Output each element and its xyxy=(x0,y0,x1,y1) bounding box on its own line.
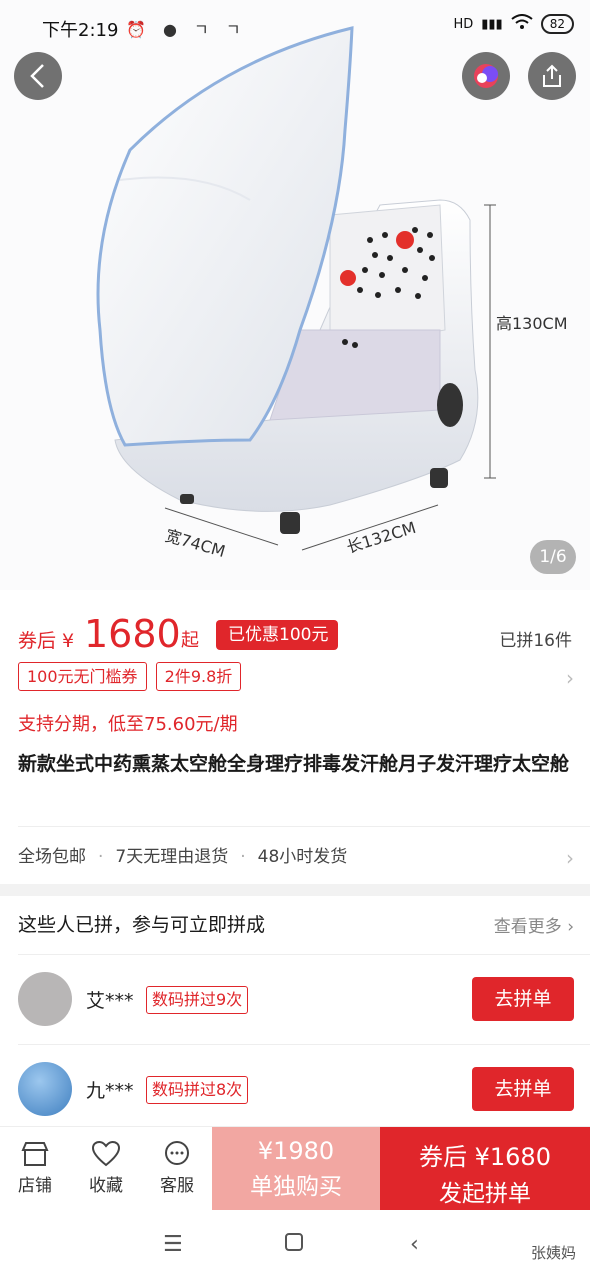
divider xyxy=(18,826,590,827)
price-row: 券后 ¥ 1680 起 已优惠100元 已拼16件 xyxy=(18,606,574,656)
coupon-row[interactable]: 100元无门槛券 2件9.8折 › xyxy=(18,662,574,692)
back-nav-icon[interactable]: ‹ xyxy=(410,1232,419,1257)
buyer-history-badge: 数码拼过9次 xyxy=(146,986,249,1014)
battery-indicator: 82 xyxy=(540,14,574,34)
product-title: 新款坐式中药熏蒸太空舱全身理疗排毒发汗舱月子发汗理疗太空舱 xyxy=(18,753,570,775)
coupon-badge: 2件9.8折 xyxy=(155,662,242,691)
chevron-right-icon: › xyxy=(566,846,574,870)
solo-price: ¥1980 xyxy=(257,1137,335,1165)
joined-count: 已拼16件 xyxy=(499,631,572,651)
group-price: 券后 ¥1680 xyxy=(419,1143,551,1171)
price-prefix: 券后 ¥ xyxy=(18,630,75,652)
notification-icons: ⏰ ● ㄱ ㄱ xyxy=(126,20,247,39)
coupon-badge: 100元无门槛券 xyxy=(18,662,147,691)
avatar xyxy=(18,972,72,1026)
separator-dot: · xyxy=(98,847,104,867)
chevron-left-icon xyxy=(30,64,44,88)
home-icon[interactable] xyxy=(284,1232,304,1258)
buyer-name: 艾*** xyxy=(86,990,134,1012)
buy-alone-button[interactable]: ¥1980 单独购买 xyxy=(212,1127,380,1211)
price-suffix: 起 xyxy=(181,630,199,651)
discount-badge: 已优惠100元 xyxy=(216,620,339,650)
wifi-icon xyxy=(511,14,533,34)
signal-icon: ▮▮▮ xyxy=(481,16,503,32)
divider xyxy=(18,954,590,955)
height-dimension-label: 高130CM xyxy=(496,314,568,333)
network-label: HD xyxy=(453,16,474,32)
share-button[interactable] xyxy=(528,52,576,100)
share-icon xyxy=(543,64,561,87)
tab-label: 店铺 xyxy=(18,1176,52,1196)
separator-dot: · xyxy=(240,847,246,867)
price-value: 1680 xyxy=(84,612,181,656)
tab-favorite[interactable]: 收藏 xyxy=(76,1137,136,1196)
section-gap xyxy=(0,884,590,896)
solo-label: 单独购买 xyxy=(250,1174,342,1200)
back-button[interactable] xyxy=(14,52,62,100)
group-buyer-row: 艾*** 数码拼过9次 去拼单 xyxy=(18,972,574,1032)
tab-label: 收藏 xyxy=(89,1176,123,1196)
buyer-history-badge: 数码拼过8次 xyxy=(146,1076,249,1104)
group-buy-title: 这些人已拼，参与可立即拼成 xyxy=(18,914,266,936)
installment-info: 支持分期，低至75.60元/期 xyxy=(18,714,238,735)
status-time: 下午2:19 xyxy=(42,20,119,41)
group-buyer-row: 九*** 数码拼过8次 去拼单 xyxy=(18,1062,574,1122)
status-right: HD ▮▮▮ 82 xyxy=(453,14,574,34)
tab-customer-service[interactable]: 客服 xyxy=(147,1137,207,1196)
image-pager: 1/6 xyxy=(530,540,576,574)
menu-icon[interactable]: ☰ xyxy=(163,1232,183,1257)
store-icon xyxy=(21,1142,49,1166)
see-more-label: 查看更多 xyxy=(493,917,562,937)
assistant-logo-icon xyxy=(474,64,498,88)
tab-store[interactable]: 店铺 xyxy=(5,1137,65,1196)
watermark: 张姨妈 xyxy=(530,1244,576,1262)
avatar xyxy=(18,1062,72,1116)
bottom-action-bar: 店铺 收藏 客服 ¥1980 单独购买 券后 ¥1680 发起拼单 xyxy=(0,1126,590,1211)
chat-icon xyxy=(165,1141,189,1165)
see-more-link[interactable]: 查看更多 › xyxy=(494,912,574,937)
group-label: 发起拼单 xyxy=(439,1181,531,1207)
join-group-button[interactable]: 去拼单 xyxy=(472,977,574,1021)
service-item: 48小时发货 xyxy=(257,847,348,867)
heart-icon xyxy=(91,1140,121,1167)
service-item: 7天无理由退货 xyxy=(115,847,229,867)
chevron-right-icon: › xyxy=(566,666,574,690)
buyer-name: 九*** xyxy=(86,1080,134,1102)
service-row[interactable]: 全场包邮 · 7天无理由退货 · 48小时发货 › xyxy=(18,842,574,872)
tab-label: 客服 xyxy=(160,1176,194,1196)
status-bar: 下午2:19 ⏰ ● ㄱ ㄱ HD ▮▮▮ 82 xyxy=(0,0,590,52)
system-navigation-bar: ☰ ‹ xyxy=(0,1210,590,1280)
group-buy-header: 这些人已拼，参与可立即拼成 查看更多 › xyxy=(18,910,574,942)
join-group-button[interactable]: 去拼单 xyxy=(472,1067,574,1111)
start-group-buy-button[interactable]: 券后 ¥1680 发起拼单 xyxy=(380,1127,590,1211)
service-item: 全场包邮 xyxy=(18,847,86,867)
divider xyxy=(18,1044,590,1045)
assistant-button[interactable] xyxy=(462,52,510,100)
